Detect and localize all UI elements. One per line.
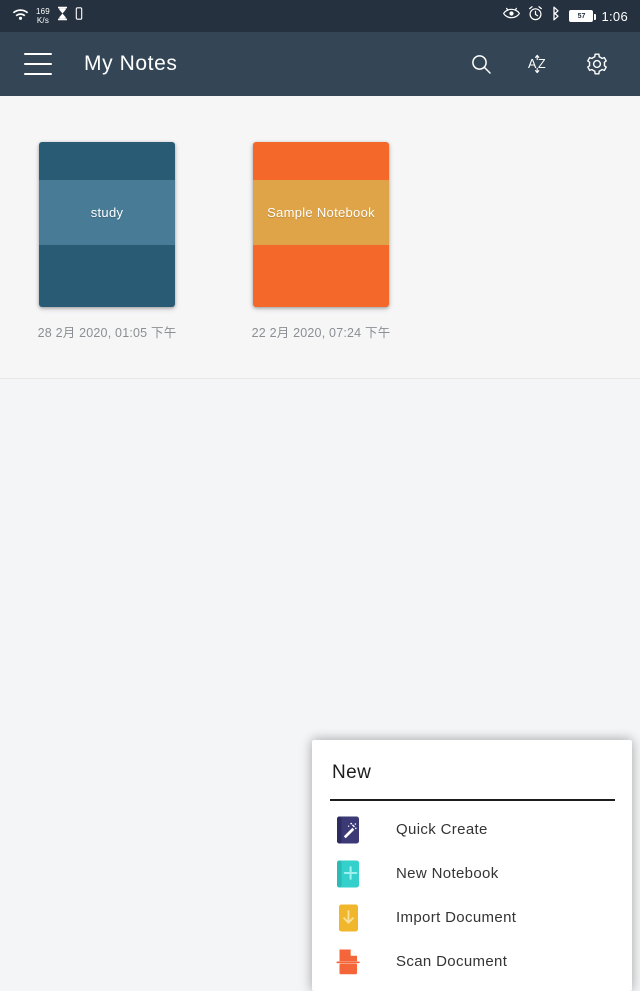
status-bar-clock: 1:06 [601, 8, 628, 24]
menu-item-new-notebook[interactable]: New Notebook [330, 852, 614, 896]
status-bar: 169 K/s 57 1:06 [0, 0, 640, 32]
page-title: My Notes [84, 52, 178, 75]
dialog-menu-list: Quick Create New Notebook Import Documen… [330, 801, 614, 984]
notes-app-screen: 169 K/s 57 1:06 My Notes A Z study 28 2月… [0, 0, 640, 991]
menu-item-label: Scan Document [396, 953, 508, 971]
app-bar-actions: A Z [466, 49, 620, 79]
notebook-cover[interactable]: Sample Notebook [253, 142, 389, 307]
notebook-card[interactable]: study 28 2月 2020, 01:05 下午 [37, 142, 177, 341]
sim-card-icon [75, 7, 83, 25]
magic-wand-notebook-icon [332, 814, 364, 846]
hamburger-menu-icon[interactable] [24, 53, 52, 75]
notebook-title: Sample Notebook [267, 205, 375, 220]
menu-line [24, 63, 52, 65]
alarm-clock-icon [528, 6, 543, 26]
notebook-grid: study 28 2月 2020, 01:05 下午 Sample Notebo… [0, 96, 640, 341]
network-speed-unit: K/s [36, 15, 50, 25]
new-item-dialog: New Quick Create New Notebook Import Doc… [312, 740, 632, 991]
notebook-title-band: study [39, 180, 175, 245]
menu-item-label: New Notebook [396, 865, 499, 883]
status-bar-left: 169 K/s [12, 6, 83, 26]
menu-item-label: Quick Create [396, 821, 488, 839]
network-speed-indicator: 169 K/s [36, 6, 50, 25]
menu-item-label: Import Document [396, 909, 517, 927]
menu-line [24, 73, 52, 75]
bluetooth-icon [551, 6, 561, 26]
notebook-title: study [90, 205, 124, 220]
eye-icon [503, 7, 521, 25]
battery-level: 57 [570, 11, 593, 21]
wifi-icon [12, 7, 29, 25]
menu-item-quick-create[interactable]: Quick Create [330, 808, 614, 852]
network-speed-value: 169 [36, 6, 50, 16]
notebook-card[interactable]: Sample Notebook 22 2月 2020, 07:24 下午 [251, 142, 391, 341]
notebook-date: 22 2月 2020, 07:24 下午 [251, 326, 391, 340]
plus-notebook-icon [332, 858, 364, 890]
download-document-icon [332, 902, 364, 934]
notebook-title-band: Sample Notebook [253, 180, 389, 245]
hourglass-icon [57, 6, 68, 26]
sort-az-icon[interactable]: A Z [524, 49, 554, 79]
menu-line [24, 53, 52, 55]
app-bar: My Notes A Z [0, 32, 640, 96]
menu-item-scan-document[interactable]: Scan Document [330, 940, 614, 984]
search-icon[interactable] [466, 49, 496, 79]
scan-document-icon [332, 946, 364, 978]
notebook-date: 28 2月 2020, 01:05 下午 [37, 326, 177, 340]
notebook-cover[interactable]: study [39, 142, 175, 307]
svg-text:A: A [528, 57, 537, 71]
gear-icon[interactable] [582, 49, 612, 79]
status-bar-right: 57 1:06 [503, 6, 628, 26]
dialog-title: New [332, 762, 372, 783]
menu-item-import-document[interactable]: Import Document [330, 896, 614, 940]
battery-indicator: 57 [569, 10, 597, 22]
notebooks-section: study 28 2月 2020, 01:05 下午 Sample Notebo… [0, 96, 640, 378]
svg-text:Z: Z [538, 57, 546, 71]
